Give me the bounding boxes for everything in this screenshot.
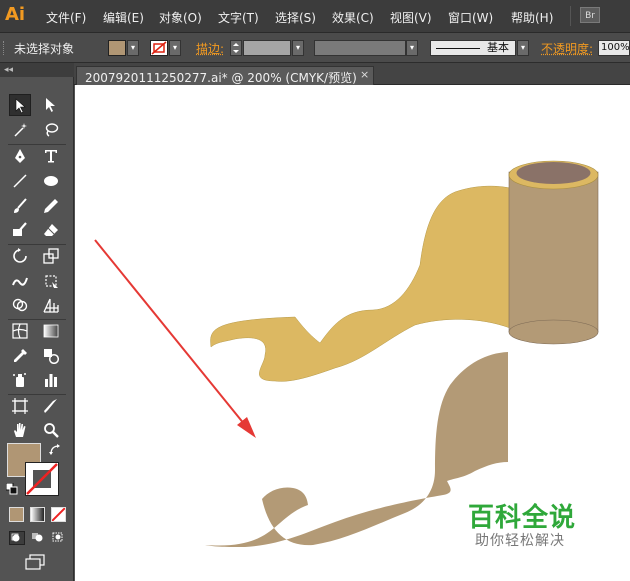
stroke-weight-dropdown[interactable]: ▾: [292, 40, 304, 56]
menu-bar: Ai 文件(F) 编辑(E) 对象(O) 文字(T) 选择(S) 效果(C) 视…: [0, 0, 630, 33]
lasso-tool-icon[interactable]: [40, 119, 62, 141]
menu-effect[interactable]: 效果(C): [332, 9, 374, 26]
brush-name: 基本: [487, 41, 509, 54]
no-stroke-icon: [26, 463, 58, 495]
stroke-weight-label[interactable]: 描边:: [196, 40, 224, 57]
opacity-label[interactable]: 不透明度:: [541, 40, 593, 57]
draw-inside-button[interactable]: [51, 531, 67, 545]
stroke-weight-stepper[interactable]: [230, 40, 242, 56]
fill-dropdown[interactable]: ▾: [127, 40, 139, 56]
stepper-arrows-icon: [233, 43, 239, 53]
control-bar: 未选择对象 ▾ ▾ 描边: ▾ ▾ 基本 ▾ 不透明度: 100%: [0, 33, 630, 63]
none-mode-button[interactable]: [51, 507, 66, 522]
stroke-dropdown[interactable]: ▾: [169, 40, 181, 56]
toolbox-collapse-button[interactable]: ◂◂: [0, 63, 74, 77]
tools-panel: [0, 77, 74, 581]
type-tool-icon[interactable]: [40, 145, 62, 167]
none-icon: [52, 508, 65, 521]
zoom-tool-icon[interactable]: [40, 419, 62, 441]
eyedropper-tool-icon[interactable]: [9, 345, 31, 367]
menu-window[interactable]: 窗口(W): [448, 9, 493, 26]
brush-dropdown[interactable]: ▾: [517, 40, 529, 56]
variable-width-dropdown[interactable]: ▾: [406, 40, 418, 56]
opacity-input[interactable]: 100%: [598, 40, 630, 56]
paintbrush-tool-icon[interactable]: [9, 195, 31, 217]
rotate-tool-icon[interactable]: [9, 245, 31, 267]
menu-select[interactable]: 选择(S): [275, 9, 316, 26]
menubar-divider: [570, 6, 571, 26]
pencil-tool-icon[interactable]: [40, 195, 62, 217]
menu-edit[interactable]: 编辑(E): [103, 9, 144, 26]
selection-status: 未选择对象: [14, 42, 75, 56]
selection-tool-icon[interactable]: [9, 94, 31, 116]
column-graph-tool-icon[interactable]: [40, 369, 62, 391]
symbol-sprayer-tool-icon[interactable]: [9, 369, 31, 391]
scale-tool-icon[interactable]: [40, 245, 62, 267]
menu-view[interactable]: 视图(V): [390, 9, 432, 26]
watermark-subtitle: 助你轻松解决: [475, 533, 565, 549]
pen-tool-icon[interactable]: [9, 145, 31, 167]
direct-selection-tool-icon[interactable]: [40, 94, 62, 116]
eraser-tool-icon[interactable]: [40, 219, 62, 241]
default-fill-stroke-icon[interactable]: [5, 482, 18, 495]
cylinder-body[interactable]: [508, 171, 599, 333]
brush-stroke-preview: [436, 48, 480, 49]
artboard-tool-icon[interactable]: [9, 395, 31, 417]
document-tab-label: 2007920111250277.ai* @ 200% (CMYK/预览): [85, 71, 357, 85]
draw-normal-button[interactable]: [9, 531, 25, 545]
perspective-grid-tool-icon[interactable]: [40, 294, 62, 316]
fill-color-swatch[interactable]: [108, 40, 126, 56]
ellipse-tool-icon[interactable]: [40, 170, 62, 192]
free-transform-tool-icon[interactable]: [40, 270, 62, 292]
line-tool-icon[interactable]: [9, 170, 31, 192]
swap-fill-stroke-icon[interactable]: [48, 443, 62, 457]
cylinder-bottom: [508, 319, 599, 345]
mesh-tool-icon[interactable]: [9, 320, 31, 342]
cylinder-top: [516, 162, 591, 184]
watermark-title: 百科全说: [468, 503, 577, 533]
variable-width-profile[interactable]: [314, 40, 406, 56]
screen-mode-button[interactable]: [24, 554, 46, 572]
no-stroke-icon: [151, 41, 167, 55]
blob-brush-tool-icon[interactable]: [9, 219, 31, 241]
menu-type[interactable]: 文字(T): [218, 9, 259, 26]
brush-definition[interactable]: 基本: [430, 40, 516, 56]
menu-help[interactable]: 帮助(H): [511, 9, 553, 26]
upper-handle-shape[interactable]: [210, 185, 511, 382]
gradient-mode-button[interactable]: [30, 507, 45, 522]
draw-behind-button[interactable]: [30, 531, 46, 545]
screen-mode-icon: [25, 554, 45, 570]
warp-tool-icon[interactable]: [9, 270, 31, 292]
hand-tool-icon[interactable]: [9, 419, 31, 441]
gradient-tool-icon[interactable]: [40, 320, 62, 342]
slice-tool-icon[interactable]: [40, 395, 62, 417]
menu-object[interactable]: 对象(O): [159, 9, 202, 26]
magic-wand-tool-icon[interactable]: [9, 119, 31, 141]
stroke-color-swatch[interactable]: [150, 40, 168, 56]
bridge-button[interactable]: Br: [580, 7, 600, 23]
blend-tool-icon[interactable]: [40, 345, 62, 367]
document-tab[interactable]: 2007920111250277.ai* @ 200% (CMYK/预览) ×: [76, 66, 374, 85]
stroke-color-box[interactable]: [25, 462, 59, 496]
menu-file[interactable]: 文件(F): [46, 9, 86, 26]
close-icon[interactable]: ×: [360, 68, 369, 81]
app-logo: Ai: [5, 4, 26, 25]
control-bar-grip[interactable]: [3, 41, 8, 55]
stroke-weight-input[interactable]: [243, 40, 291, 56]
shape-builder-tool-icon[interactable]: [9, 294, 31, 316]
color-mode-button[interactable]: [9, 507, 24, 522]
watermark: 百科全说 助你轻松解决: [462, 497, 608, 557]
